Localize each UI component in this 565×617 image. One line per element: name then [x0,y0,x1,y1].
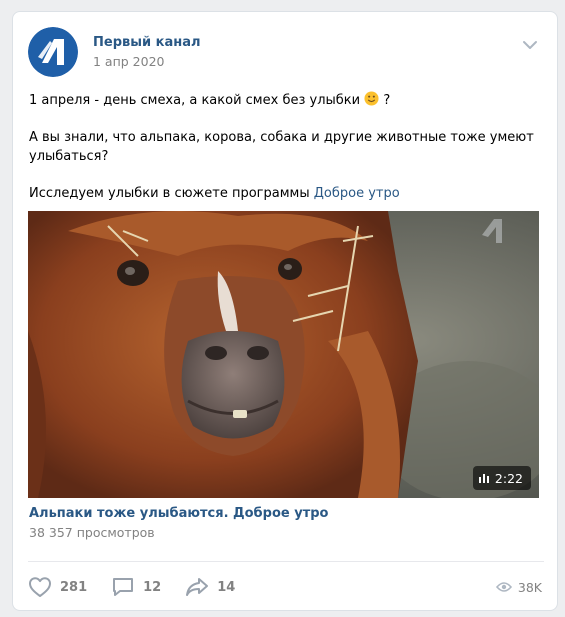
equalizer-icon [478,474,489,483]
author-name[interactable]: Первый канал [93,35,201,50]
program-link[interactable]: Доброе утро [314,186,400,201]
comment-button[interactable]: 12 [111,572,161,602]
video-duration: 2:22 [494,470,523,486]
channel-logo-icon[interactable] [28,27,78,77]
eye-icon [495,582,512,592]
share-button[interactable]: 14 [185,572,235,602]
post-actions: 281 12 14 [28,572,259,602]
chevron-down-icon[interactable] [521,39,539,51]
like-count: 281 [60,579,88,595]
video-title[interactable]: Альпаки тоже улыбаются. Доброе утро [29,506,328,521]
post-date[interactable]: 1 апр 2020 [93,54,164,69]
post-text-line1-suffix: ? [383,93,391,108]
heart-icon [29,577,51,597]
post-text-line2: А вы знали, что альпака, корова, собака … [29,130,534,164]
video-views: 38 357 просмотров [29,525,155,540]
video-thumbnail [28,211,539,498]
video-player[interactable]: 2:22 [28,211,539,498]
post-text-line3: Исследуем улыбки в сюжете программы [29,185,310,201]
like-button[interactable]: 281 [28,572,87,602]
post-text: 1 апреля - день смеха, а какой смех без … [29,91,544,203]
video-duration-badge: 2:22 [472,466,531,490]
post-views: 38K [495,572,542,602]
comment-icon [113,578,134,596]
smiley-emoji-icon [364,91,379,106]
comment-count: 12 [143,579,162,595]
post-text-line1: 1 апреля - день смеха, а какой смех без … [29,93,361,108]
post-card: Первый канал 1 апр 2020 1 апреля - день … [12,11,558,611]
share-count: 14 [217,579,236,595]
post-views-count: 38K [517,579,542,595]
divider [28,561,544,562]
share-icon [186,578,209,596]
